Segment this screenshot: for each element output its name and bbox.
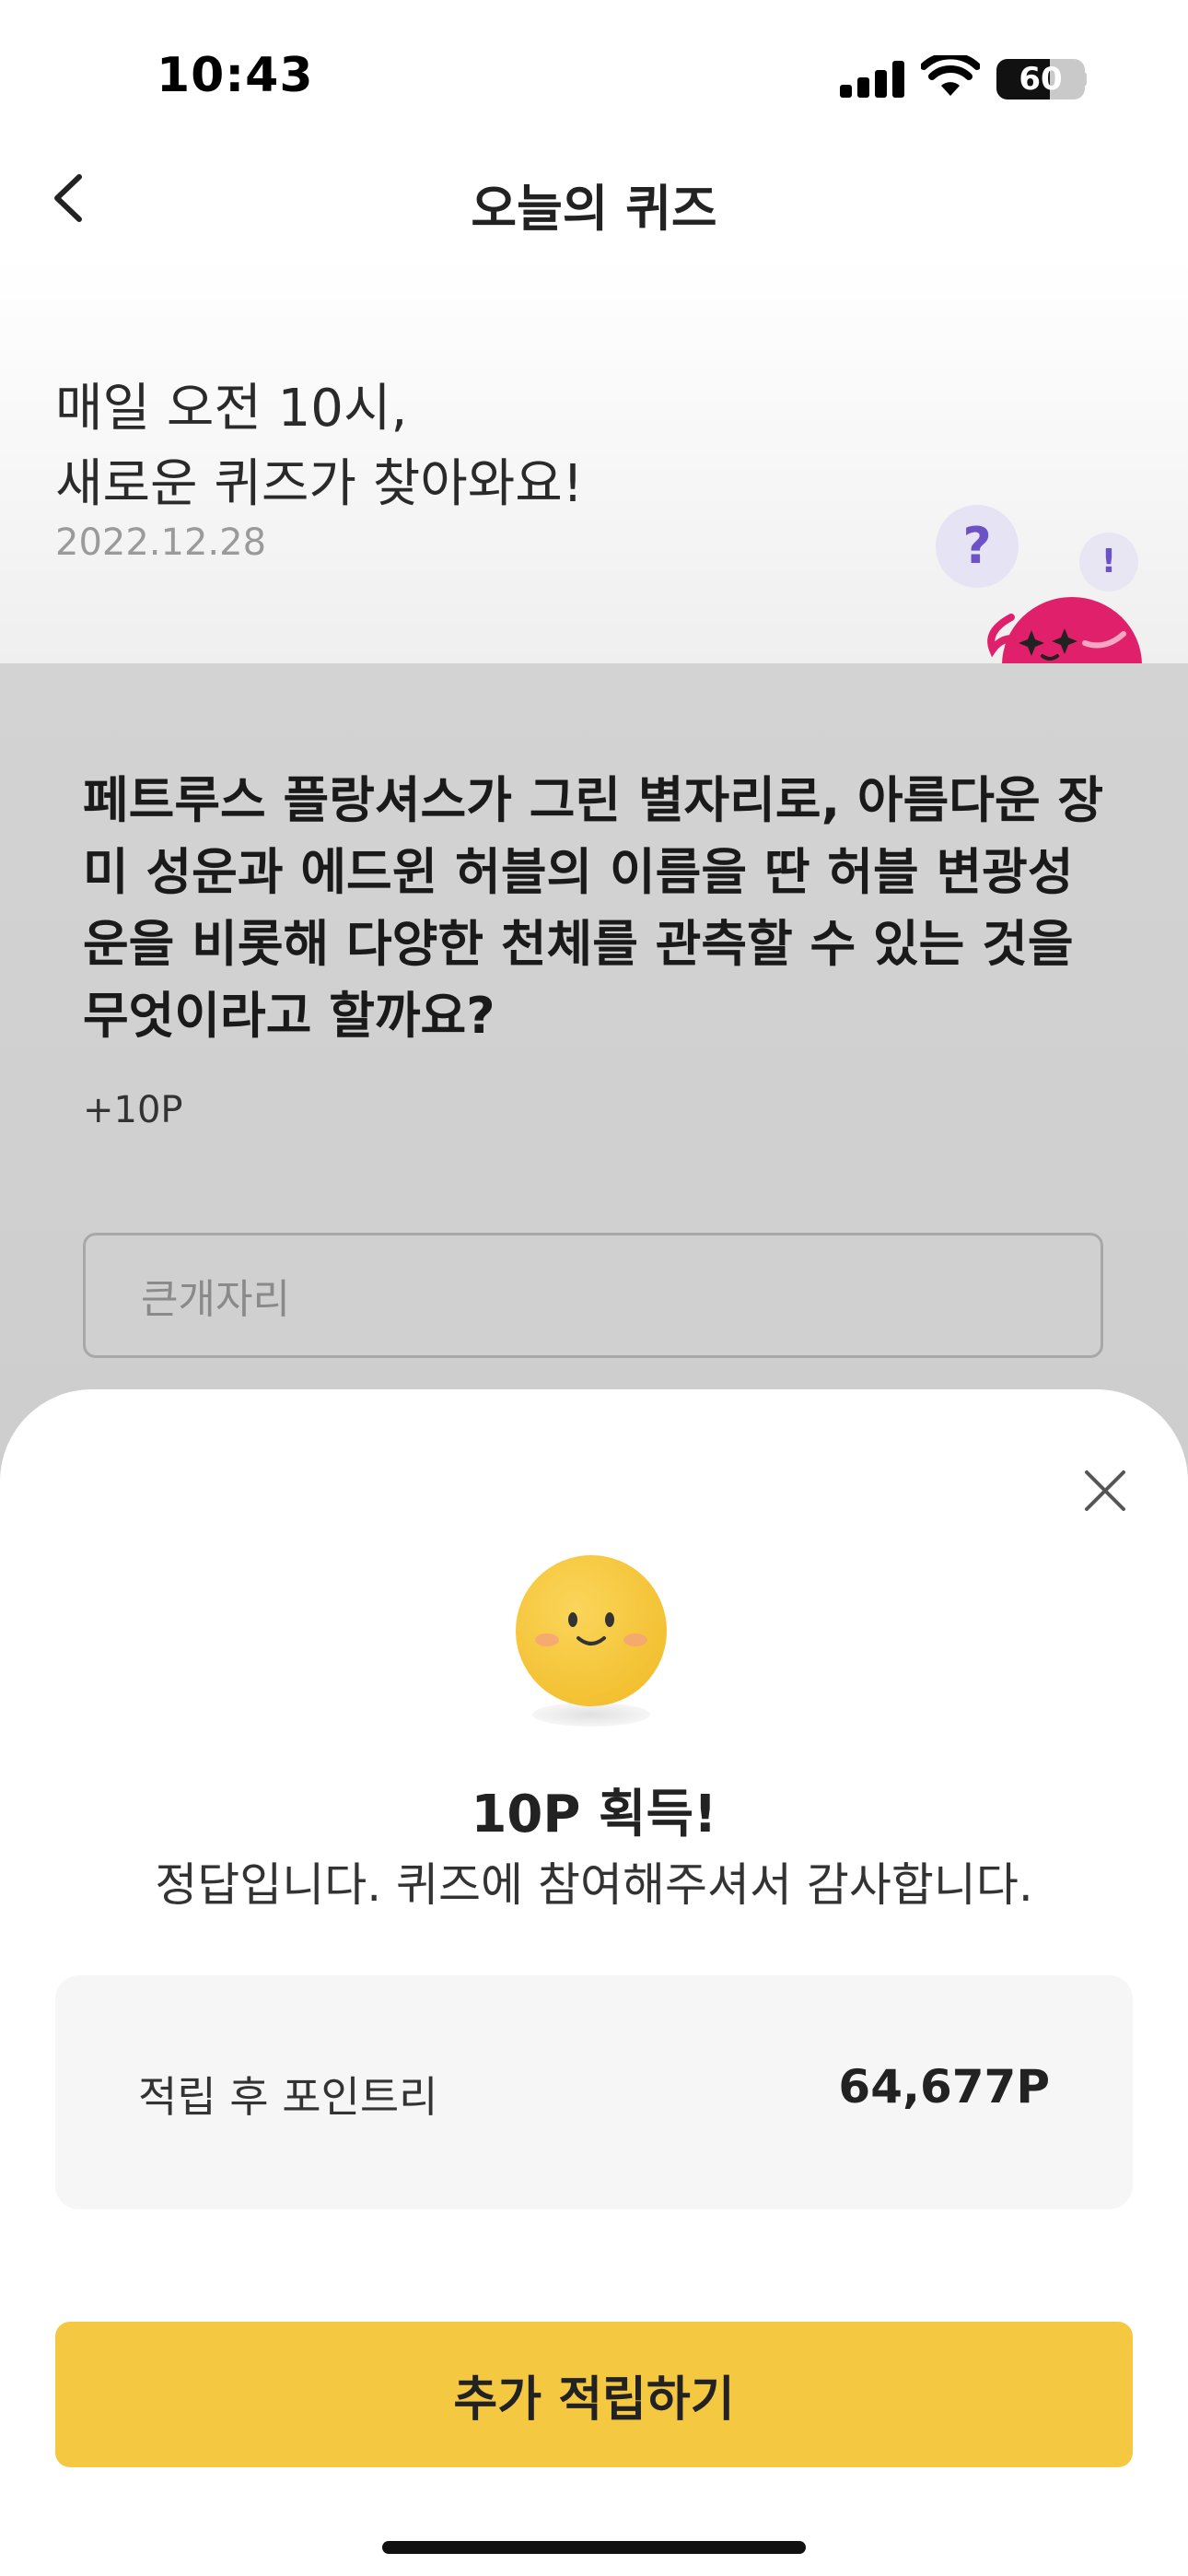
mascot-icon	[987, 597, 1142, 663]
points-earned-title: 10P 획득!	[471, 1785, 717, 1844]
home-indicator	[382, 2541, 806, 2554]
quiz-hero: 매일 오전 10시, 새로운 퀴즈가 찾아와요! 2022.12.28 ? !	[0, 258, 1188, 663]
battery-icon: 60	[996, 59, 1085, 100]
points-balance-card: 적립 후 포인트리 64,677P	[55, 1975, 1133, 2209]
close-icon[interactable]	[1077, 1463, 1133, 1518]
correct-message: 정답입니다. 퀴즈에 참여해주셔서 감사합니다.	[155, 1858, 1033, 1912]
answer-input[interactable]	[86, 1235, 1101, 1355]
hero-headline-line2: 새로운 퀴즈가 찾아와요!	[55, 454, 584, 514]
earn-more-button[interactable]: 추가 적립하기	[55, 2322, 1133, 2467]
page-title: 오늘의 퀴즈	[471, 180, 717, 238]
result-bottom-sheet: 10P 획득! 정답입니다. 퀴즈에 참여해주셔서 감사합니다. 적립 후 포인…	[0, 1389, 1188, 2576]
wifi-icon	[921, 55, 980, 96]
smiley-icon	[516, 1555, 667, 1706]
status-time: 10:43	[157, 48, 314, 103]
cellular-signal-icon	[840, 61, 906, 98]
points-balance-label: 적립 후 포인트리	[138, 2072, 438, 2122]
battery-percent: 60	[1019, 61, 1063, 98]
status-bar: 10:43 60	[0, 0, 1188, 138]
points-balance-value: 64,677P	[838, 2060, 1050, 2113]
nav-bar: 오늘의 퀴즈	[0, 138, 1188, 258]
answer-field-container	[83, 1233, 1103, 1358]
battery-cap	[1079, 72, 1087, 87]
quiz-date: 2022.12.28	[55, 521, 267, 564]
hero-headline-line1: 매일 오전 10시,	[55, 379, 408, 439]
quiz-reward: +10P	[83, 1089, 183, 1131]
quiz-question: 페트루스 플랑셔스가 그린 별자리로, 아름다운 장미 성운과 에드윈 허블의 …	[83, 771, 1104, 1045]
